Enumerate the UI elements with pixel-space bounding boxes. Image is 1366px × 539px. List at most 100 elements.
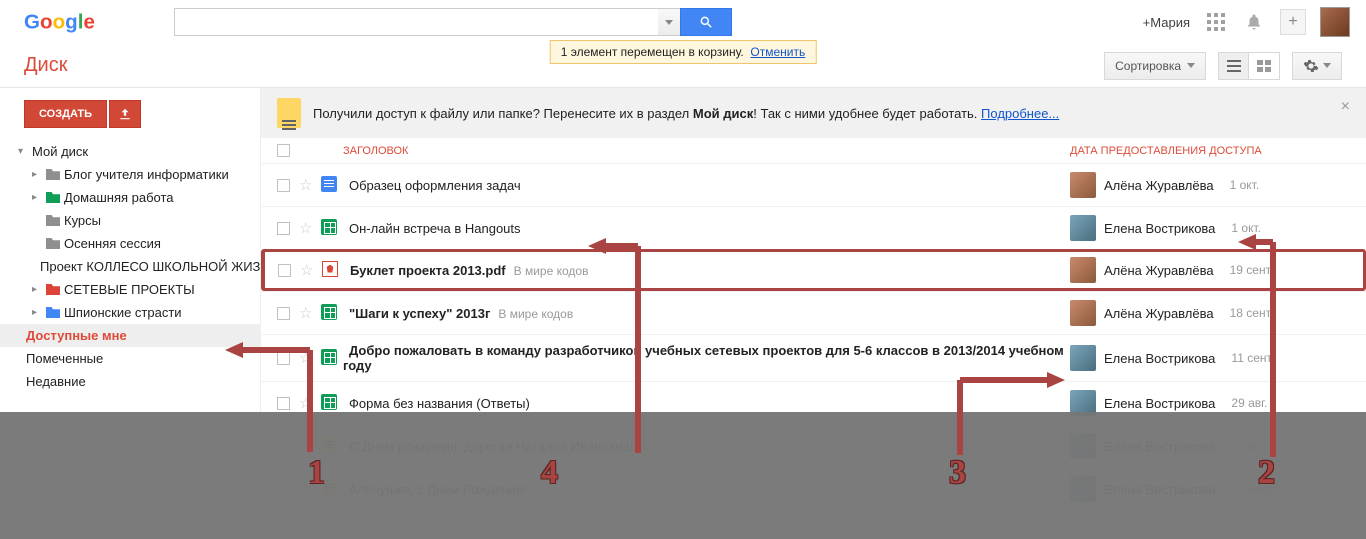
folder-icon	[46, 238, 60, 249]
grid-icon	[1257, 60, 1271, 72]
sidebar-folder[interactable]: Осенняя сессия	[0, 232, 260, 255]
list-view-button[interactable]	[1219, 53, 1249, 79]
expand-icon: ▸	[32, 192, 42, 203]
owner-cell: Елена Вострикова1 окт.	[1070, 215, 1350, 241]
row-checkbox[interactable]	[277, 222, 290, 235]
file-type-icon	[322, 261, 338, 277]
sort-label: Сортировка	[1115, 59, 1181, 73]
file-row[interactable]: ☆Добро пожаловать в команду разработчико…	[261, 334, 1366, 381]
svg-text:Google: Google	[24, 10, 95, 33]
arrow-1	[225, 342, 325, 465]
owner-name: Алёна Журавлёва	[1104, 263, 1214, 278]
column-title[interactable]: ЗАГОЛОВОК	[343, 145, 1070, 157]
sidebar-item-recent[interactable]: Недавние	[0, 370, 260, 393]
file-type-icon	[321, 176, 337, 192]
sidebar-folder[interactable]: ▸ Блог учителя информатики	[0, 163, 260, 186]
owner-avatar	[1070, 257, 1096, 283]
banner-doc-icon	[277, 98, 301, 128]
search-input[interactable]	[174, 8, 658, 36]
chevron-down-icon	[665, 20, 673, 25]
tree-label: Осенняя сессия	[64, 236, 161, 251]
apps-button[interactable]	[1204, 10, 1228, 34]
callout-4: 4	[541, 454, 558, 492]
search-button[interactable]	[680, 8, 732, 36]
star-icon[interactable]: ☆	[299, 220, 312, 237]
tree-label: Проект КОЛЛЕСО ШКОЛЬНОЙ ЖИЗНИ	[40, 259, 260, 274]
banner-close-button[interactable]: ×	[1341, 98, 1350, 116]
table-header: ЗАГОЛОВОК ДАТА ПРЕДОСТАВЛЕНИЯ ДОСТУПА	[261, 138, 1366, 163]
owner-avatar	[1070, 345, 1096, 371]
callout-1: 1	[308, 454, 325, 492]
sidebar-folder[interactable]: ▸ Домашняя работа	[0, 186, 260, 209]
file-row[interactable]: ☆ Он-лайн встреча в Hangouts Елена Вострик…	[261, 206, 1366, 249]
sort-button[interactable]: Сортировка	[1104, 52, 1206, 80]
sidebar-folder[interactable]: Проект КОЛЛЕСО ШКОЛЬНОЙ ЖИЗНИ	[0, 255, 260, 278]
select-all-checkbox[interactable]	[277, 144, 290, 157]
file-title-cell: Буклет проекта 2013.pdfВ мире кодов	[344, 263, 1070, 278]
row-checkbox[interactable]	[278, 264, 291, 277]
owner-cell: Алёна Журавлёва1 окт.	[1070, 172, 1350, 198]
gear-icon	[1303, 58, 1319, 74]
tree-label: Домашняя работа	[64, 190, 174, 205]
chevron-down-icon	[1187, 63, 1195, 68]
expand-icon: ▸	[32, 169, 42, 180]
sidebar-item-shared[interactable]: Доступные мне	[0, 324, 260, 347]
file-row[interactable]: ☆Образец оформления задачАлёна Журавлёва…	[261, 163, 1366, 206]
arrow-4	[538, 228, 658, 461]
tree-label: СЕТЕВЫЕ ПРОЕКТЫ	[64, 282, 195, 297]
owner-avatar	[1070, 300, 1096, 326]
file-title: Он-лайн встреча в Hangouts	[349, 221, 521, 236]
undo-link[interactable]: Отменить	[750, 45, 805, 59]
sidebar-folder[interactable]: ▸Шпионские страсти	[0, 301, 260, 324]
search-icon	[699, 15, 713, 29]
google-logo[interactable]: Google	[24, 2, 119, 42]
apps-grid-icon	[1207, 13, 1225, 31]
file-title-cell: "Шаги к успеху" 2013гВ мире кодов	[343, 306, 1070, 321]
settings-button[interactable]	[1292, 52, 1342, 80]
tree-label: Курсы	[64, 213, 101, 228]
row-checkbox[interactable]	[277, 307, 290, 320]
grid-view-button[interactable]	[1249, 53, 1279, 79]
owner-name: Алёна Журавлёва	[1104, 306, 1214, 321]
search-options-dropdown[interactable]	[658, 8, 680, 36]
owner-avatar	[1070, 172, 1096, 198]
tree-label: Блог учителя информатики	[64, 167, 229, 182]
star-icon[interactable]: ☆	[299, 305, 312, 322]
star-icon[interactable]: ☆	[299, 177, 312, 194]
arrow-2	[1238, 232, 1288, 465]
notifications-button[interactable]	[1242, 10, 1266, 34]
annotation-overlay	[0, 412, 1366, 539]
file-row[interactable]: ☆ "Шаги к успеху" 2013гВ мире кодов Алёна …	[261, 291, 1366, 334]
sidebar-folder[interactable]: Курсы	[0, 209, 260, 232]
create-row: СОЗДАТЬ	[0, 100, 260, 140]
arrow-3	[955, 370, 1075, 463]
row-checkbox[interactable]	[277, 179, 290, 192]
view-toggle	[1218, 52, 1280, 80]
share-plus-button[interactable]: +	[1280, 9, 1306, 35]
callout-3: 3	[949, 454, 966, 492]
banner-text: Получили доступ к файлу или папке? Перен…	[313, 106, 1059, 121]
owner-name: Елена Вострикова	[1104, 396, 1215, 411]
account-name[interactable]: +Мария	[1143, 15, 1190, 30]
sidebar-item-mydrive[interactable]: ▾Мой диск	[0, 140, 260, 163]
sidebar-item-starred[interactable]: Помеченные	[0, 347, 260, 370]
sidebar-folder[interactable]: ▸ СЕТЕВЫЕ ПРОЕКТЫ	[0, 278, 260, 301]
folder-icon	[46, 192, 60, 203]
file-title: Буклет проекта 2013.pdf	[350, 263, 506, 278]
top-right-controls: +Мария +	[1143, 7, 1350, 37]
star-icon[interactable]: ☆	[300, 262, 313, 279]
chevron-down-icon	[1323, 63, 1331, 68]
file-type-icon	[321, 304, 337, 320]
column-shared-date[interactable]: ДАТА ПРЕДОСТАВЛЕНИЯ ДОСТУПА	[1070, 145, 1350, 157]
create-button[interactable]: СОЗДАТЬ	[24, 100, 107, 128]
top-bar: Google +Мария +	[0, 0, 1366, 44]
learn-more-link[interactable]: Подробнее...	[981, 106, 1059, 121]
upload-button[interactable]	[109, 100, 141, 128]
tree-label: Мой диск	[32, 144, 88, 159]
file-row[interactable]: ☆ Буклет проекта 2013.pdfВ мире кодов Алён…	[261, 249, 1366, 291]
toast-text: 1 элемент перемещен в корзину.	[561, 45, 744, 59]
app-name: Диск	[24, 54, 67, 77]
list-icon	[1227, 60, 1241, 72]
expand-icon: ▸	[32, 284, 42, 295]
account-avatar[interactable]	[1320, 7, 1350, 37]
